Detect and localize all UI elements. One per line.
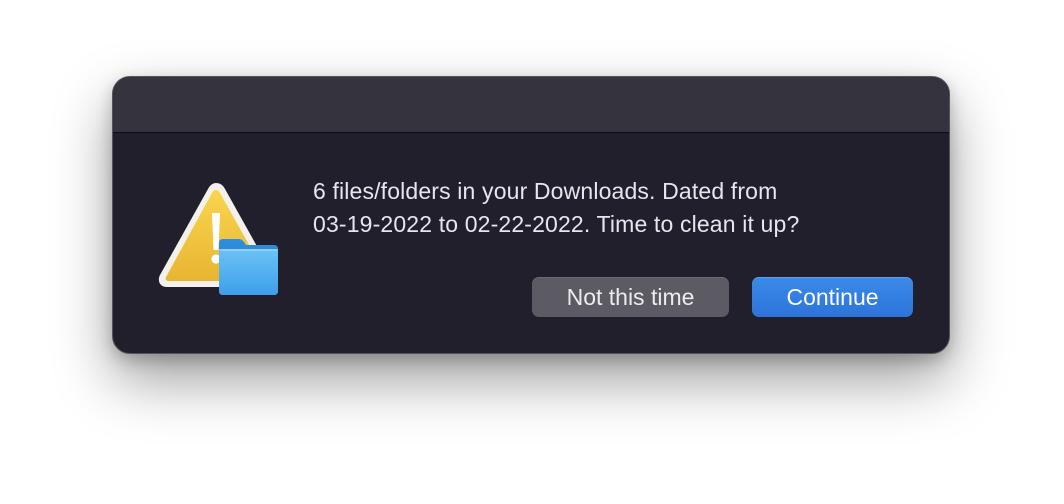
alert-message: 6 files/folders in your Downloads. Dated… — [313, 175, 923, 241]
warning-folder-icon — [157, 183, 281, 299]
alert-message-line-2: 03-19-2022 to 02-22-2022. Time to clean … — [313, 211, 800, 237]
screen: 6 files/folders in your Downloads. Dated… — [0, 0, 1064, 504]
alert-dialog: 6 files/folders in your Downloads. Dated… — [112, 76, 950, 354]
dialog-titlebar — [113, 77, 949, 133]
alert-message-line-1: 6 files/folders in your Downloads. Dated… — [313, 178, 778, 204]
continue-button[interactable]: Continue — [752, 277, 913, 317]
not-this-time-button[interactable]: Not this time — [532, 277, 729, 317]
